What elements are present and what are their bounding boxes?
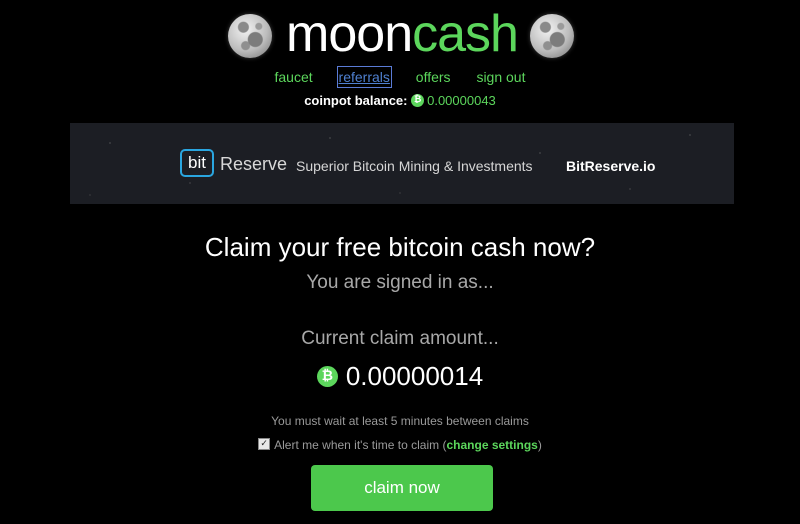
alert-checkbox[interactable]: ✓ bbox=[258, 437, 271, 450]
nav-referrals-link[interactable]: referrals bbox=[336, 66, 392, 88]
balance-value: 0.00000043 bbox=[427, 93, 496, 108]
nav-offers-link[interactable]: offers bbox=[415, 67, 452, 87]
logo-cash-text: cash bbox=[412, 5, 519, 63]
wait-notice: You must wait at least 5 minutes between… bbox=[271, 414, 529, 428]
alert-text-suffix: ) bbox=[537, 438, 542, 452]
alert-option: ✓ Alert me when it's time to claim (chang… bbox=[0, 437, 800, 453]
moon-icon bbox=[228, 14, 272, 58]
header: mooncash bbox=[0, 4, 800, 64]
moon-icon bbox=[530, 14, 574, 58]
bitcoin-cash-icon: ₿ bbox=[316, 365, 338, 387]
page: mooncash faucet referrals offers sign ou… bbox=[0, 0, 800, 524]
claim-amount-label: Current claim amount... bbox=[301, 328, 499, 349]
banner-tagline: Superior Bitcoin Mining & Investments bbox=[296, 158, 533, 174]
logo-moon-text: moon bbox=[286, 5, 413, 63]
alert-text: Alert me when it's time to claim ( bbox=[274, 438, 447, 452]
balance-label: coinpot balance: bbox=[304, 93, 408, 108]
signed-in-text: You are signed in as... bbox=[306, 272, 494, 293]
claim-amount: ₿ 0.00000014 bbox=[0, 360, 800, 392]
page-title: Claim your free bitcoin cash now? bbox=[204, 232, 596, 262]
ad-banner[interactable]: bit Reserve Superior Bitcoin Mining & In… bbox=[70, 123, 734, 204]
change-settings-link[interactable]: change settings bbox=[446, 438, 537, 452]
coinpot-balance: coinpot balance: ₿ 0.00000043 bbox=[0, 92, 800, 110]
bitreserve-logo-box: bit bbox=[180, 149, 214, 177]
logo[interactable]: mooncash bbox=[284, 4, 520, 64]
bitreserve-logo-text: Reserve bbox=[220, 154, 288, 174]
claim-amount-value: 0.00000014 bbox=[345, 361, 484, 391]
nav-faucet-link[interactable]: faucet bbox=[274, 67, 314, 87]
main-nav: faucet referrals offers sign out bbox=[0, 66, 800, 88]
nav-sign-out-link[interactable]: sign out bbox=[475, 67, 526, 87]
claim-now-button[interactable]: claim now bbox=[311, 465, 493, 511]
bitcoin-cash-icon: ₿ bbox=[411, 94, 425, 108]
banner-site: BitReserve.io bbox=[566, 158, 656, 174]
